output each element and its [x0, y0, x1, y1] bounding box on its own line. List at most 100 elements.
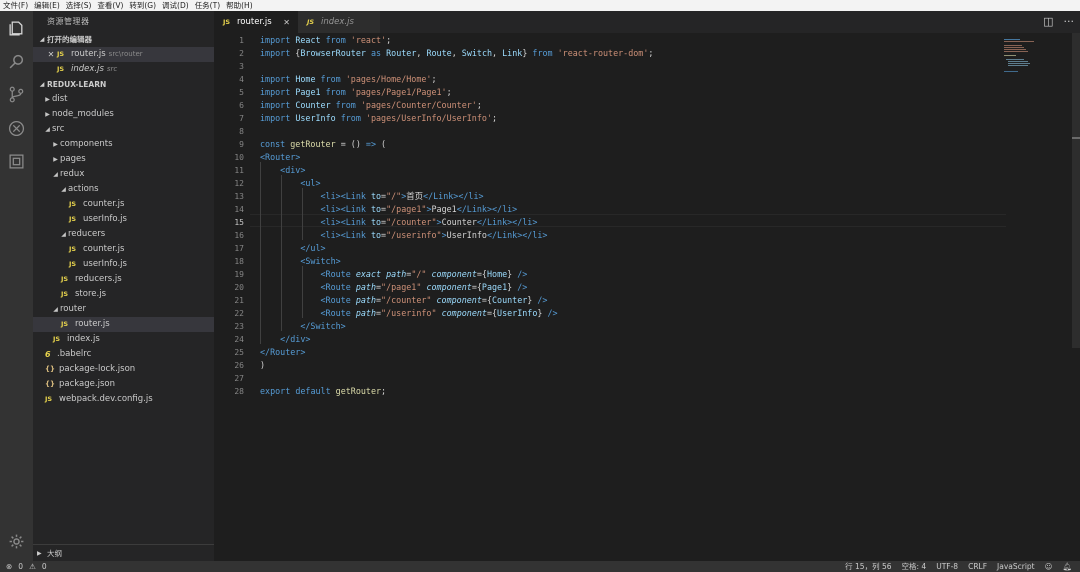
project-header[interactable]: ◢ REDUX-LEARN [33, 78, 214, 92]
code-line[interactable]: <li><Link to="/userinfo">UserInfo</Link>… [260, 229, 548, 242]
tree-folder[interactable]: ◢ src [33, 122, 214, 137]
code-line[interactable]: <div> [260, 164, 305, 177]
tree-file[interactable]: JS router.js [33, 317, 214, 332]
tree-file[interactable]: JS counter.js [33, 242, 214, 257]
tree-folder[interactable]: ◢ reducers [33, 227, 214, 242]
tree-folder[interactable]: ▶ pages [33, 152, 214, 167]
more-actions-icon[interactable]: ··· [1064, 15, 1075, 28]
menu-item[interactable]: 文件(F) [0, 0, 31, 11]
outline-header[interactable]: ▶ 大纲 [33, 544, 214, 561]
code-token: <Route [320, 282, 351, 292]
code-line[interactable]: </ul> [260, 242, 325, 255]
tree-file[interactable]: JS webpack.dev.config.js [33, 392, 214, 407]
open-editor-item[interactable]: ✕ JS router.js src\router [33, 47, 214, 62]
code-line[interactable]: </div> [260, 333, 310, 346]
code-line[interactable]: import {BrowserRouter as Router, Route, … [260, 47, 653, 60]
code-line[interactable]: <li><Link to="/">首页</Link></li> [260, 190, 484, 203]
code-line[interactable]: ) [260, 359, 265, 372]
code-token: "/userinfo" [386, 230, 442, 240]
tree-file[interactable]: JS index.js [33, 332, 214, 347]
js-file-icon: JS [61, 275, 69, 283]
js-file-icon: JS [223, 18, 231, 26]
bell-icon[interactable]: 🔔︎ [1062, 562, 1072, 571]
code-line[interactable]: <li><Link to="/page1">Page1</Link></li> [260, 203, 518, 216]
vertical-scrollbar[interactable] [1072, 33, 1080, 561]
code-line[interactable]: import UserInfo from 'pages/UserInfo/Use… [260, 112, 497, 125]
source-control-icon[interactable] [7, 85, 26, 104]
tree-file[interactable]: JS store.js [33, 287, 214, 302]
chevron-right-icon: ▶ [53, 156, 58, 163]
tree-file[interactable]: {} package-lock.json [33, 362, 214, 377]
extensions-icon[interactable] [7, 152, 26, 171]
code-token: ={ [481, 295, 492, 305]
scrollbar-thumb[interactable] [1072, 33, 1080, 348]
code-line[interactable]: <li><Link to="/counter">Counter</Link></… [260, 216, 538, 229]
code-line[interactable]: import Page1 from 'pages/Page1/Page1'; [260, 86, 452, 99]
explorer-icon[interactable] [7, 19, 26, 38]
code-line[interactable]: </Router> [260, 346, 305, 359]
menu-item[interactable]: 编辑(E) [31, 0, 63, 11]
menu-item[interactable]: 帮助(H) [223, 0, 256, 11]
code-token: <li> [320, 191, 341, 201]
close-icon[interactable]: ✕ [45, 47, 57, 62]
split-editor-icon[interactable]: ◫ [1043, 15, 1053, 28]
tab-index-js[interactable]: JS index.js [298, 11, 380, 33]
code-token: "/page1" [381, 282, 422, 292]
tree-folder[interactable]: ▶ dist [33, 92, 214, 107]
code-line[interactable]: import Counter from 'pages/Counter/Count… [260, 99, 482, 112]
code-line[interactable]: import Home from 'pages/Home/Home'; [260, 73, 437, 86]
code-line[interactable]: <Route path="/userinfo" component={UserI… [260, 307, 558, 320]
code-line[interactable]: const getRouter = () => ( [260, 138, 386, 151]
menu-item[interactable]: 查看(V) [94, 0, 126, 11]
chevron-right-icon: ▶ [45, 96, 50, 103]
debug-icon[interactable] [7, 119, 26, 138]
tree-file[interactable]: 6 .babelrc [33, 347, 214, 362]
code-line[interactable]: <ul> [260, 177, 320, 190]
code-line[interactable]: </Switch> [260, 320, 345, 333]
code-line[interactable]: export default getRouter; [260, 385, 386, 398]
line-ending[interactable]: CRLF [968, 562, 987, 571]
tree-folder[interactable]: ▶ components [33, 137, 214, 152]
indentation[interactable]: 空格: 4 [902, 561, 927, 572]
line-number: 20 [234, 283, 244, 292]
code-token: <li> [320, 217, 341, 227]
cursor-position[interactable]: 行 15，列 56 [845, 561, 891, 572]
tree-folder[interactable]: ◢ actions [33, 182, 214, 197]
code-line[interactable]: <Switch> [260, 255, 340, 268]
open-editors-header[interactable]: ◢ 打开的编辑器 [33, 33, 214, 47]
tree-folder[interactable]: ◢ redux [33, 167, 214, 182]
menu-item[interactable]: 选择(S) [63, 0, 95, 11]
search-icon[interactable] [7, 52, 26, 71]
tree-file[interactable]: JS userInfo.js [33, 212, 214, 227]
code-line[interactable]: <Route path="/counter" component={Counte… [260, 294, 548, 307]
open-editor-item[interactable]: JS index.js src [33, 62, 214, 77]
tree-folder[interactable]: ▶ node_modules [33, 107, 214, 122]
tree-file[interactable]: {} package.json [33, 377, 214, 392]
code-editor[interactable]: 1 2 3 4 5 6 7 8 9 10 11 12 13 14 15 16 17 18 19 20 21 22 23 24 2… [214, 33, 1080, 561]
menu-item[interactable]: 转到(G) [126, 0, 159, 11]
code-token: Home [486, 269, 508, 279]
code-line[interactable]: <Route exact path="/" component={Home} /… [260, 268, 528, 281]
code-line[interactable]: <Route path="/page1" component={Page1} /… [260, 281, 528, 294]
tree-file[interactable]: JS counter.js [33, 197, 214, 212]
smiley-icon[interactable]: ☺ [1045, 562, 1053, 571]
tree-file[interactable]: JS reducers.js [33, 272, 214, 287]
code-token: <Router> [260, 152, 301, 162]
tab-router-js[interactable]: JS router.js ✕ [214, 11, 298, 33]
problems-indicator[interactable]: ⊗ 0 ⚠ 0 [6, 562, 47, 571]
chevron-down-icon: ◢ [53, 306, 58, 313]
menu-item[interactable]: 调试(D) [159, 0, 192, 11]
code-line[interactable]: import React from 'react'; [260, 34, 391, 47]
language-mode[interactable]: JavaScript [997, 562, 1035, 571]
menu-item[interactable]: 任务(T) [192, 0, 223, 11]
encoding[interactable]: UTF-8 [936, 562, 958, 571]
gear-icon[interactable] [7, 532, 26, 551]
minimap[interactable] [1004, 37, 1044, 77]
tree-folder[interactable]: ◢ router [33, 302, 214, 317]
code-token: import [260, 74, 291, 84]
close-icon[interactable]: ✕ [283, 18, 290, 27]
code-token: React [295, 35, 321, 45]
tree-file[interactable]: JS userInfo.js [33, 257, 214, 272]
code-line[interactable]: <Router> [260, 151, 300, 164]
